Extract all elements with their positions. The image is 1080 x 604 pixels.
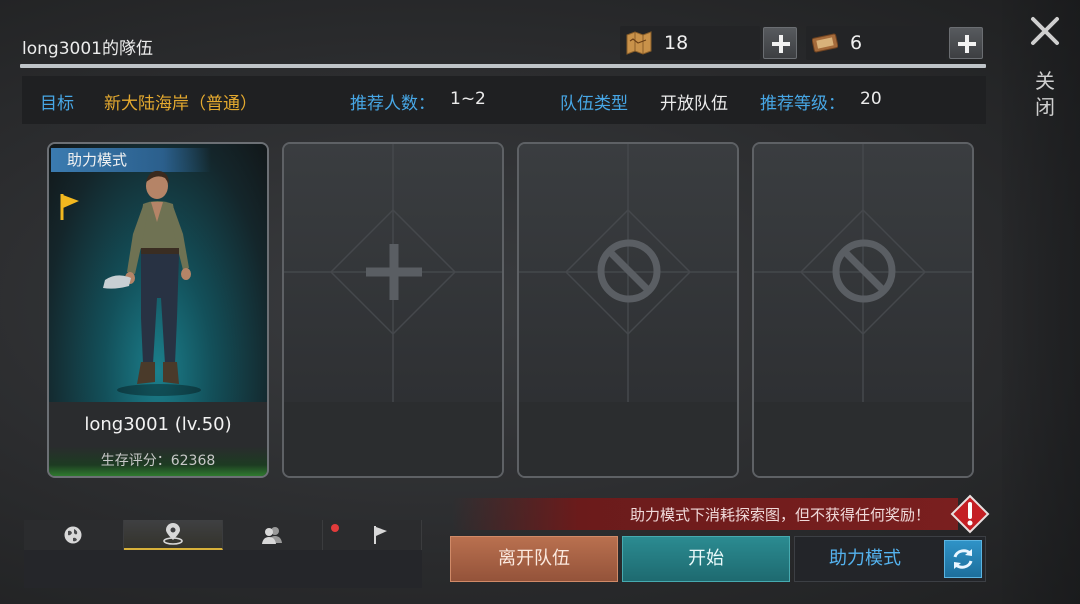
leader-flag-icon	[60, 194, 79, 220]
warning-text: 助力模式下消耗探索图，但不获得任何奖励！	[629, 506, 930, 524]
player-name: long3001 (lv.50)	[84, 414, 232, 435]
warning-icon	[950, 494, 990, 534]
ticket-count: 6	[850, 32, 863, 54]
map-count: 18	[664, 32, 689, 54]
tab-world[interactable]	[24, 520, 124, 550]
map-icon	[626, 31, 652, 55]
recommend-players-value: 1~2	[450, 89, 486, 109]
plus-icon	[772, 35, 790, 53]
leave-team-button[interactable]: 离开队伍	[450, 536, 618, 582]
close-button[interactable]: 关闭	[1028, 14, 1062, 124]
recommend-level-value: 20	[860, 89, 882, 109]
locked-slot	[752, 142, 974, 478]
add-ticket-button[interactable]	[949, 27, 983, 59]
survival-score: 生存评分：62368	[100, 453, 216, 469]
ticket-icon	[812, 33, 838, 53]
recommend-level-label: 推荐等级：	[760, 94, 845, 114]
notification-dot	[330, 524, 339, 532]
locked-slot	[517, 142, 739, 478]
tab-friends[interactable]	[223, 520, 323, 550]
add-slot-icon	[366, 244, 422, 300]
team-info-bar: 目标 新大陆海岸（普通） 推荐人数： 1~2 队伍类型 开放队伍 推荐等级： 2…	[22, 76, 986, 124]
add-map-button[interactable]	[763, 27, 797, 59]
globe-icon	[64, 526, 82, 544]
chat-tab-bar	[24, 520, 422, 550]
flag-icon	[373, 526, 387, 544]
target-value: 新大陆海岸（普通）	[104, 94, 257, 114]
target-label: 目标	[40, 94, 74, 114]
tab-location[interactable]	[123, 520, 223, 550]
switch-mode-button[interactable]	[944, 540, 982, 578]
team-title: long3001的隊伍	[22, 39, 153, 59]
team-type-label: 队伍类型	[560, 94, 628, 114]
title-divider	[20, 64, 986, 68]
friends-icon	[262, 527, 283, 544]
close-label: 关闭	[1035, 69, 1055, 119]
no-entry-icon	[597, 239, 661, 303]
plus-icon	[958, 35, 976, 53]
chat-content-area	[24, 550, 422, 588]
close-icon	[1031, 17, 1059, 45]
player-slot-card[interactable]: 助力模式 long3001 (lv.50) 生存评分：62368	[47, 142, 269, 478]
character-avatar	[103, 170, 201, 396]
refresh-icon	[953, 549, 973, 569]
recommend-players-label: 推荐人数：	[350, 94, 435, 114]
no-entry-icon	[832, 239, 896, 303]
map-resource: 18	[620, 26, 760, 60]
ticket-resource: 6	[806, 26, 946, 60]
warning-bar: 助力模式下消耗探索图，但不获得任何奖励！	[452, 498, 958, 530]
location-pin-icon	[162, 523, 183, 545]
start-button[interactable]: 开始	[622, 536, 790, 582]
add-member-slot[interactable]	[282, 142, 504, 478]
tab-flag[interactable]	[323, 520, 422, 550]
team-type-value: 开放队伍	[660, 94, 728, 114]
